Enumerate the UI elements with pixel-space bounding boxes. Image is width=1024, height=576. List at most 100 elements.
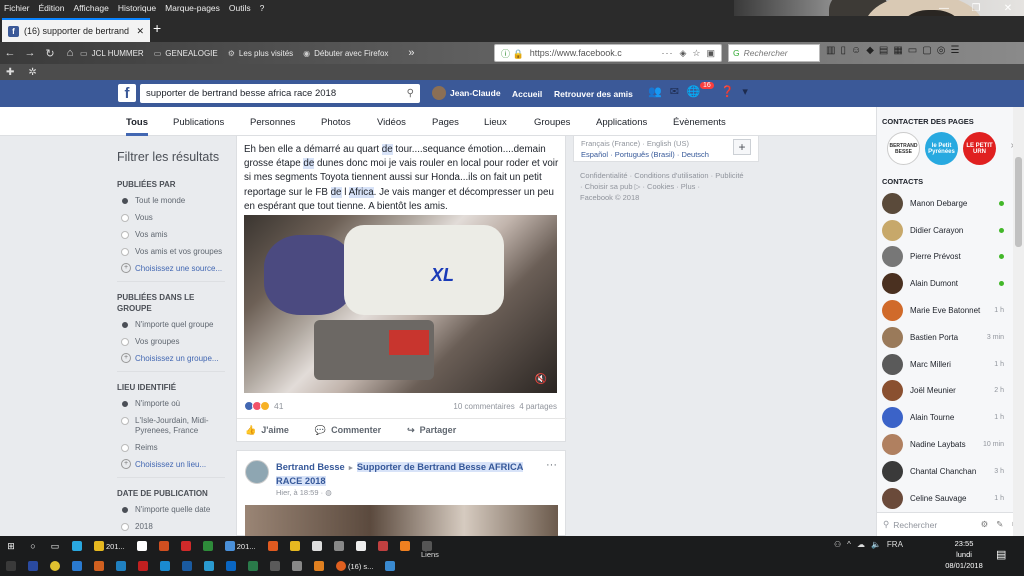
action-center-icon[interactable]: ▤ bbox=[996, 548, 1006, 561]
filter-option[interactable]: Vous bbox=[117, 213, 229, 223]
menu-affichage[interactable]: Affichage bbox=[74, 3, 109, 13]
info-icon[interactable]: ⓘ 🔒 bbox=[501, 47, 524, 60]
edge-icon[interactable] bbox=[66, 556, 88, 576]
tab-tous[interactable]: Tous bbox=[126, 117, 148, 136]
minimize-icon[interactable]: — bbox=[928, 0, 960, 18]
contact-item[interactable]: Bastien Porta 3 min bbox=[877, 324, 1024, 351]
bookmark-most-visited[interactable]: ⚙ Les plus visités bbox=[228, 49, 293, 58]
volume-icon[interactable]: 🔈 bbox=[871, 540, 881, 549]
reader-icon[interactable]: ▣ bbox=[706, 48, 715, 59]
filter-choose-link[interactable]: Choisissez une source... bbox=[117, 263, 229, 273]
messenger-icon[interactable]: ✉ bbox=[670, 85, 679, 98]
chrome-icon[interactable] bbox=[44, 556, 66, 576]
app-icon[interactable] bbox=[286, 556, 308, 576]
app-icon[interactable] bbox=[132, 556, 154, 576]
chat-search-input[interactable]: ⚲ Rechercher ⚙✎⚇ bbox=[877, 512, 1024, 536]
contact-item[interactable]: Marie Eve Batonnet 1 h bbox=[877, 297, 1024, 324]
menu-historique[interactable]: Historique bbox=[118, 3, 156, 13]
forward-icon[interactable]: → bbox=[20, 47, 40, 59]
menu-outils[interactable]: Outils bbox=[229, 3, 251, 13]
mute-icon[interactable]: 🔇 bbox=[535, 374, 547, 385]
profile-link[interactable]: Jean-Claude bbox=[432, 86, 501, 100]
bookmarks-overflow-icon[interactable]: » bbox=[408, 47, 414, 59]
filter-option[interactable]: Vos amis bbox=[117, 230, 229, 240]
vlc-icon[interactable] bbox=[394, 536, 416, 556]
settings-icon[interactable]: ✲ bbox=[28, 67, 36, 78]
app-icon[interactable] bbox=[88, 556, 110, 576]
app-icon[interactable] bbox=[154, 556, 176, 576]
app-icon[interactable] bbox=[284, 536, 306, 556]
network-icon[interactable]: ☁ bbox=[857, 540, 865, 549]
contact-item[interactable]: Alain Dumont bbox=[877, 270, 1024, 297]
friend-requests-icon[interactable]: 👥 bbox=[648, 85, 662, 98]
share-button[interactable]: ↪ Partager bbox=[407, 425, 456, 436]
taskbar-label[interactable]: 201... bbox=[106, 542, 125, 551]
screen-icon[interactable]: ▢ bbox=[922, 45, 931, 56]
app-icon[interactable] bbox=[153, 536, 175, 556]
tab-photos[interactable]: Photos bbox=[321, 117, 351, 128]
filter-option[interactable]: Vos groupes bbox=[117, 337, 229, 347]
app-icon[interactable] bbox=[197, 536, 219, 556]
contact-item[interactable]: Chantal Chanchan 3 h bbox=[877, 458, 1024, 485]
language-links[interactable]: Français (France) · English (US) bbox=[581, 138, 751, 149]
menu-help[interactable]: ? bbox=[260, 3, 265, 13]
footer-line[interactable]: Confidentialité · Conditions d'utilisati… bbox=[580, 170, 752, 181]
taskbar-label[interactable]: (16) s... bbox=[348, 562, 373, 571]
tab-evenements[interactable]: Évènements bbox=[673, 117, 726, 128]
contact-item[interactable]: Joël Meunier 2 h bbox=[877, 378, 1024, 405]
sidebar-icon[interactable]: ▯ bbox=[840, 45, 846, 56]
app-icon[interactable] bbox=[66, 536, 88, 556]
app-icon[interactable] bbox=[242, 556, 264, 576]
add-language-button[interactable]: + bbox=[733, 139, 751, 155]
contact-item[interactable]: Pierre Prévost bbox=[877, 244, 1024, 271]
windows-start-icon[interactable]: ⊞ bbox=[0, 536, 22, 556]
task-view-icon[interactable]: ▭ bbox=[44, 536, 66, 556]
filter-option[interactable]: N'importe quelle date bbox=[117, 505, 229, 515]
taskbar-label[interactable]: 201... bbox=[237, 542, 256, 551]
app-icon[interactable] bbox=[262, 536, 284, 556]
maximize-icon[interactable]: ❐ bbox=[960, 0, 992, 18]
contact-item[interactable]: Nadine Laybats 10 min bbox=[877, 431, 1024, 458]
app-icon[interactable] bbox=[176, 556, 198, 576]
nav-home[interactable]: Accueil bbox=[512, 89, 542, 99]
people-icon[interactable]: ⚇ bbox=[834, 540, 841, 549]
footer-line[interactable]: · Choisir sa pub ▷ · Cookies · Plus · bbox=[580, 181, 752, 192]
hamburger-icon[interactable]: ☰ bbox=[950, 45, 959, 56]
tab-groupes[interactable]: Groupes bbox=[534, 117, 570, 128]
avatar[interactable] bbox=[245, 460, 269, 484]
new-message-icon[interactable]: ✎ bbox=[996, 519, 1003, 530]
nav-find-friends[interactable]: Retrouver des amis bbox=[554, 89, 633, 99]
help-icon[interactable]: ❓ bbox=[721, 85, 735, 98]
page-avatar[interactable]: le Petit Pyrénées bbox=[925, 132, 958, 165]
post-video[interactable]: XL 🔇 bbox=[244, 215, 557, 393]
facebook-search-input[interactable]: supporter de bertrand besse africa race … bbox=[140, 84, 420, 103]
cortana-icon[interactable]: ○ bbox=[22, 536, 44, 556]
page-avatar[interactable]: LE PETIT URN bbox=[963, 132, 996, 165]
reactions-summary[interactable]: 41 bbox=[244, 401, 283, 411]
filter-option[interactable]: N'importe où bbox=[117, 399, 229, 409]
tab-videos[interactable]: Vidéos bbox=[377, 117, 406, 128]
url-bar[interactable]: ⓘ 🔒 https://www.facebook.c ··· ◈ ☆ ▣ bbox=[494, 44, 722, 62]
filter-option[interactable]: Tout le monde bbox=[117, 196, 229, 206]
comment-button[interactable]: 💬 Commenter bbox=[315, 425, 381, 436]
browser-tab-facebook[interactable]: f (16) supporter de bertrand be ✕ bbox=[2, 18, 150, 42]
bookmark-jcl-hummer[interactable]: ▭ JCL HUMMER bbox=[80, 49, 144, 58]
links-toolbar[interactable]: Liens bbox=[421, 550, 439, 559]
contact-item[interactable]: Celine Sauvage 1 h bbox=[877, 485, 1024, 512]
linkedin-icon[interactable] bbox=[220, 556, 242, 576]
app-icon[interactable] bbox=[308, 556, 330, 576]
chevron-up-icon[interactable]: ^ bbox=[847, 540, 851, 549]
app-icon[interactable] bbox=[175, 536, 197, 556]
language-indicator[interactable]: FRA bbox=[887, 540, 903, 549]
page-avatar[interactable]: BERTRAND BESSE bbox=[887, 132, 920, 165]
app-icon[interactable] bbox=[379, 556, 401, 576]
filter-choose-link[interactable]: Choisissez un groupe... bbox=[117, 353, 229, 363]
app-icon[interactable] bbox=[372, 536, 394, 556]
smiley-icon[interactable]: ☺ bbox=[851, 45, 861, 56]
back-icon[interactable]: ← bbox=[0, 47, 20, 59]
filter-option[interactable]: 2018 bbox=[117, 522, 229, 532]
shares-count[interactable]: 4 partages bbox=[519, 402, 557, 411]
notifications-icon[interactable]: 🌐 bbox=[687, 85, 701, 98]
calendar-icon[interactable] bbox=[306, 536, 328, 556]
page-scrollbar[interactable] bbox=[1013, 107, 1024, 536]
